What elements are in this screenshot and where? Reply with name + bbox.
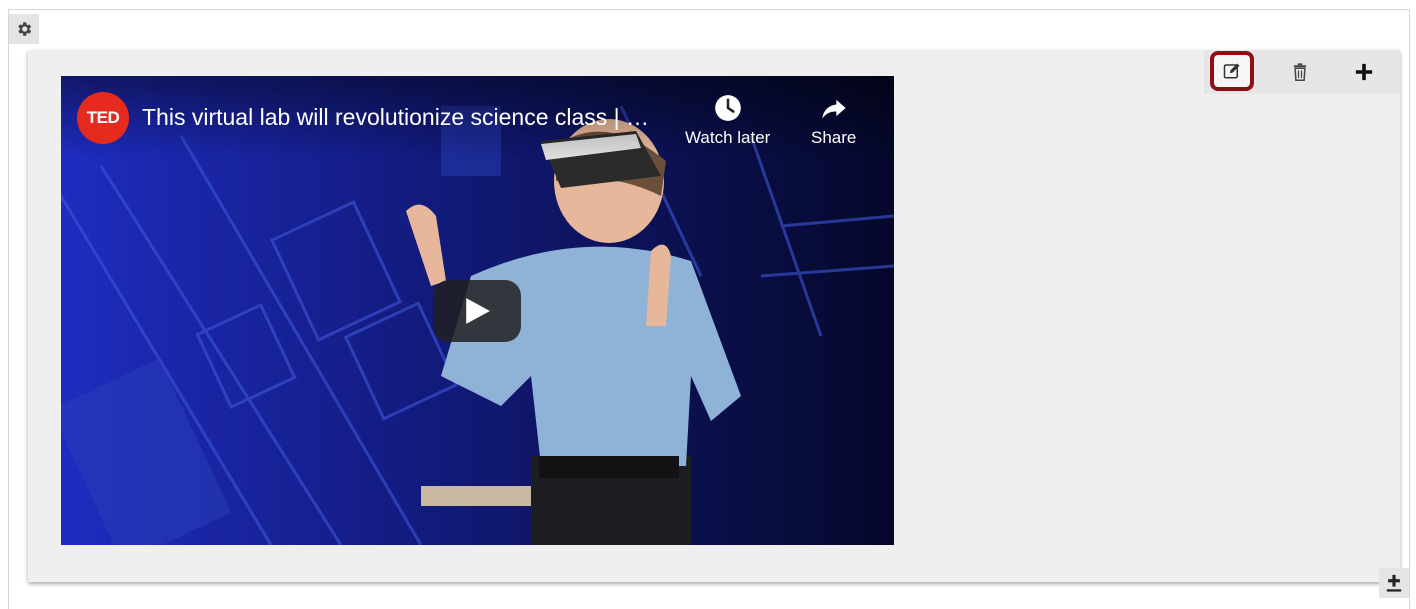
edit-button[interactable] [1204, 50, 1268, 94]
clock-icon [714, 95, 741, 121]
delete-button[interactable] [1268, 50, 1332, 94]
share-label: Share [811, 128, 857, 147]
edit-icon [1223, 63, 1240, 79]
share-button[interactable]: Share [811, 94, 856, 148]
trash-icon [1294, 63, 1306, 81]
video-title[interactable]: This virtual lab will revolutionize scie… [142, 104, 649, 131]
gear-icon [18, 22, 32, 36]
video-embed[interactable]: TED This virtual lab will revolutionize … [61, 76, 894, 545]
share-arrow-icon [822, 99, 846, 119]
watch-later-label: Watch later [685, 128, 771, 147]
channel-logo[interactable]: TED [77, 92, 129, 144]
video-widget-panel: TED This virtual lab will revolutionize … [28, 50, 1400, 582]
settings-button[interactable] [9, 14, 39, 44]
add-button[interactable] [1332, 50, 1396, 94]
play-icon [466, 298, 490, 324]
add-below-button[interactable] [1379, 568, 1409, 598]
plus-icon [1355, 63, 1373, 81]
widget-toolbar [1204, 50, 1400, 94]
play-button[interactable] [433, 280, 521, 342]
watch-later-button[interactable]: Watch later [685, 94, 770, 148]
edit-button-highlight [1210, 51, 1254, 91]
add-below-icon [1386, 574, 1402, 592]
